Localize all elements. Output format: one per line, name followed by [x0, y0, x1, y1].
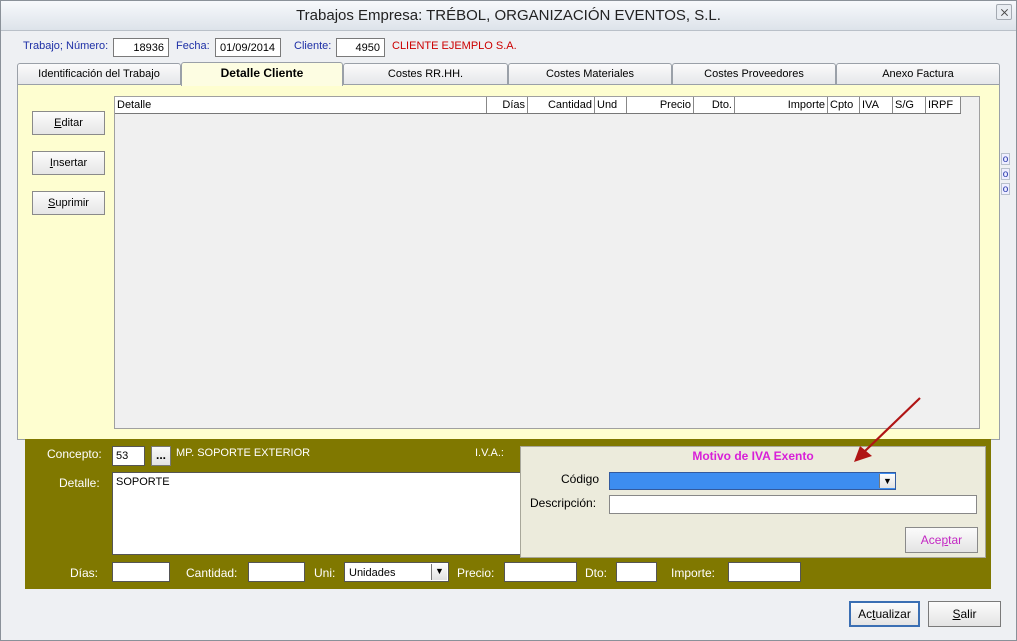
col-irpf[interactable]: IRPF — [926, 97, 961, 113]
cantidad-field[interactable] — [248, 562, 305, 582]
cliente-label: Cliente: — [294, 40, 332, 52]
cantidad-label: Cantidad: — [186, 566, 238, 580]
cliente-field[interactable]: 4950 — [336, 38, 385, 57]
trabajo-number-field[interactable]: 18936 — [113, 38, 169, 57]
dto-label: Dto: — [585, 566, 608, 580]
col-dto[interactable]: Dto. — [694, 97, 735, 113]
salir-label: alir — [960, 607, 977, 621]
cliente-name: CLIENTE EJEMPLO S.A. — [392, 40, 517, 52]
actualizar-label-b: ualizar — [875, 607, 911, 621]
col-dias[interactable]: Días — [487, 97, 528, 113]
dias-label: Días: — [70, 566, 99, 580]
title-bar: Trabajos Empresa: TRÉBOL, ORGANIZACIÓN E… — [1, 1, 1016, 31]
uni-select[interactable]: Unidades ▼ — [344, 562, 449, 582]
grid-header: Detalle Días Cantidad Und Precio Dto. Im… — [115, 97, 961, 114]
annotation-arrow-icon — [854, 397, 921, 462]
insertar-label: nsertar — [52, 157, 88, 169]
col-importe[interactable]: Importe — [735, 97, 828, 113]
window-title: Trabajos Empresa: TRÉBOL, ORGANIZACIÓN E… — [296, 7, 721, 24]
concepto-lookup-button[interactable]: ... — [151, 446, 171, 466]
col-sg[interactable]: S/G — [893, 97, 926, 113]
tab-costes-proveedores[interactable]: Costes Proveedores — [672, 63, 836, 85]
detalle-label: Detalle: — [59, 476, 100, 490]
tab-detalle-cliente[interactable]: Detalle Cliente — [181, 62, 343, 86]
trabajo-label: Trabajo; Número: — [23, 40, 109, 52]
side-marker: o — [1001, 168, 1010, 180]
col-cpto[interactable]: Cpto — [828, 97, 860, 113]
tab-costes-materiales[interactable]: Costes Materiales — [508, 63, 672, 85]
salir-button[interactable]: Salir — [928, 601, 1001, 627]
precio-field[interactable] — [504, 562, 577, 582]
aceptar-button[interactable]: Aceptar — [905, 527, 978, 553]
suprimir-label: uprimir — [55, 197, 89, 209]
concepto-field[interactable]: 53 — [112, 446, 145, 466]
col-detalle[interactable]: Detalle — [115, 97, 487, 113]
importe-label: Importe: — [671, 566, 716, 580]
side-marker: o — [1001, 183, 1010, 195]
codigo-label: Código — [561, 472, 600, 486]
uni-select-value: Unidades — [349, 567, 396, 579]
descripcion-field[interactable] — [609, 495, 977, 514]
close-window-button[interactable] — [996, 4, 1012, 20]
detalle-textarea[interactable]: SOPORTE — [112, 472, 524, 555]
editar-label: ditar — [61, 117, 83, 129]
importe-field[interactable] — [728, 562, 801, 582]
dias-field[interactable] — [112, 562, 170, 582]
col-iva[interactable]: IVA — [860, 97, 893, 113]
iva-label: I.V.A.: — [475, 447, 504, 459]
editar-button[interactable]: Editar — [32, 111, 105, 135]
descripcion-label: Descripción: — [530, 496, 597, 510]
dto-field[interactable] — [616, 562, 657, 582]
col-cantidad[interactable]: Cantidad — [528, 97, 595, 113]
insertar-button[interactable]: Insertar — [32, 151, 105, 175]
concepto-description: MP. SOPORTE EXTERIOR — [176, 447, 311, 459]
concepto-label: Concepto: — [47, 447, 102, 461]
fecha-field[interactable]: 01/09/2014 — [215, 38, 281, 57]
tab-identificacion[interactable]: Identificación del Trabajo — [17, 63, 181, 85]
chevron-down-icon[interactable]: ▼ — [879, 474, 895, 488]
tab-costes-rrhh[interactable]: Costes RR.HH. — [343, 63, 508, 85]
actualizar-button[interactable]: Actualizar — [849, 601, 920, 627]
tab-anexo-factura[interactable]: Anexo Factura — [836, 63, 1000, 85]
col-precio[interactable]: Precio — [627, 97, 694, 113]
salir-mnemonic: S — [952, 607, 961, 621]
detail-grid[interactable] — [114, 96, 980, 429]
uni-label: Uni: — [314, 566, 336, 580]
aceptar-label-a: Ace — [920, 533, 942, 547]
chevron-down-icon[interactable]: ▼ — [431, 564, 447, 580]
aceptar-label-b: tar — [948, 533, 963, 547]
actualizar-label-a: Ac — [858, 607, 873, 621]
col-und[interactable]: Und — [595, 97, 627, 113]
suprimir-button[interactable]: Suprimir — [32, 191, 105, 215]
fecha-label: Fecha: — [176, 40, 210, 52]
codigo-select[interactable]: ▼ — [609, 472, 896, 490]
precio-label: Precio: — [457, 566, 495, 580]
side-marker: o — [1001, 153, 1010, 165]
